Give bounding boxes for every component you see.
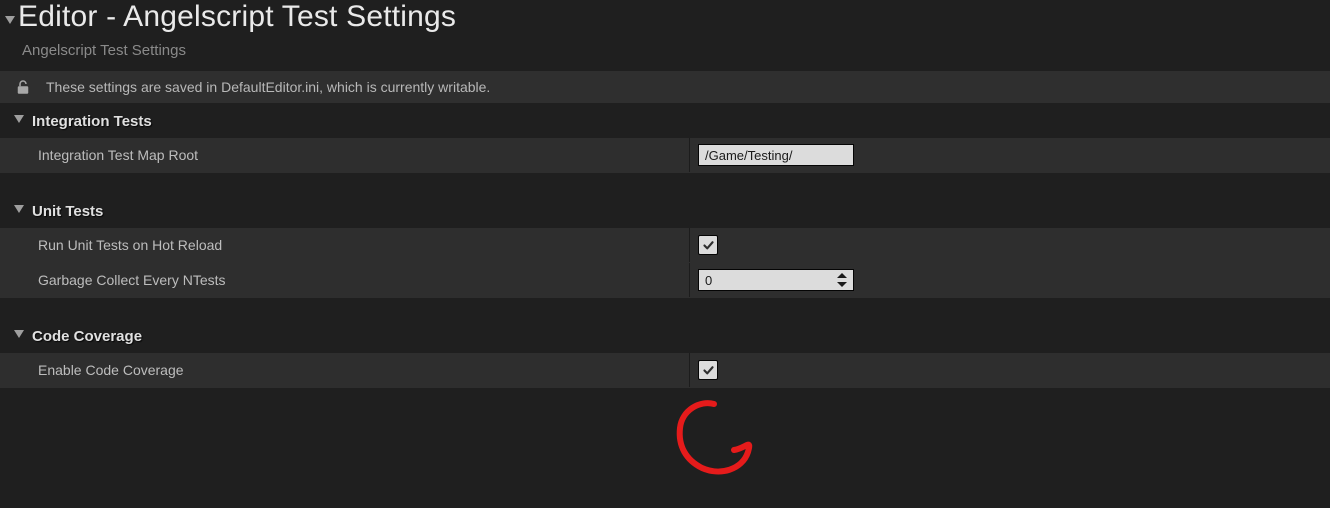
row-coverage-enable: Enable Code Coverage (0, 353, 1330, 388)
title-expander[interactable] (4, 15, 16, 27)
label-unit-gc: Garbage Collect Every NTests (0, 263, 690, 297)
row-unit-gc: Garbage Collect Every NTests 0 (0, 263, 1330, 298)
spinner-unit-gc-value: 0 (705, 273, 712, 288)
label-coverage-enable: Enable Code Coverage (0, 353, 690, 387)
section-title-unit: Unit Tests (32, 203, 103, 220)
spinner-unit-gc[interactable]: 0 (698, 269, 854, 291)
section-header-coverage[interactable]: Code Coverage (0, 318, 1330, 353)
input-integration-map-root[interactable] (698, 144, 854, 166)
chevron-down-icon (14, 115, 26, 128)
page-title: Editor - Angelscript Test Settings (16, 0, 456, 34)
section-title-coverage: Code Coverage (32, 328, 142, 345)
settings-panel: Editor - Angelscript Test Settings Angel… (0, 0, 1330, 508)
save-info-text: These settings are saved in DefaultEdito… (46, 79, 490, 95)
section-title-integration: Integration Tests (32, 113, 152, 130)
label-integration-map-root: Integration Test Map Root (0, 138, 690, 172)
save-info-bar: These settings are saved in DefaultEdito… (0, 71, 1330, 103)
page-subtitle: Angelscript Test Settings (0, 34, 1330, 71)
checkbox-coverage-enable[interactable] (698, 360, 718, 380)
row-integration-map-root: Integration Test Map Root (0, 138, 1330, 173)
spinner-arrows-icon[interactable] (835, 271, 849, 289)
section-header-unit[interactable]: Unit Tests (0, 193, 1330, 228)
title-row: Editor - Angelscript Test Settings (0, 0, 1330, 34)
chevron-down-icon (14, 205, 26, 218)
unlock-icon (14, 78, 32, 96)
label-unit-hot-reload: Run Unit Tests on Hot Reload (0, 228, 690, 262)
checkbox-unit-hot-reload[interactable] (698, 235, 718, 255)
chevron-down-icon (14, 330, 26, 343)
section-header-integration[interactable]: Integration Tests (0, 103, 1330, 138)
row-unit-hot-reload: Run Unit Tests on Hot Reload (0, 228, 1330, 263)
